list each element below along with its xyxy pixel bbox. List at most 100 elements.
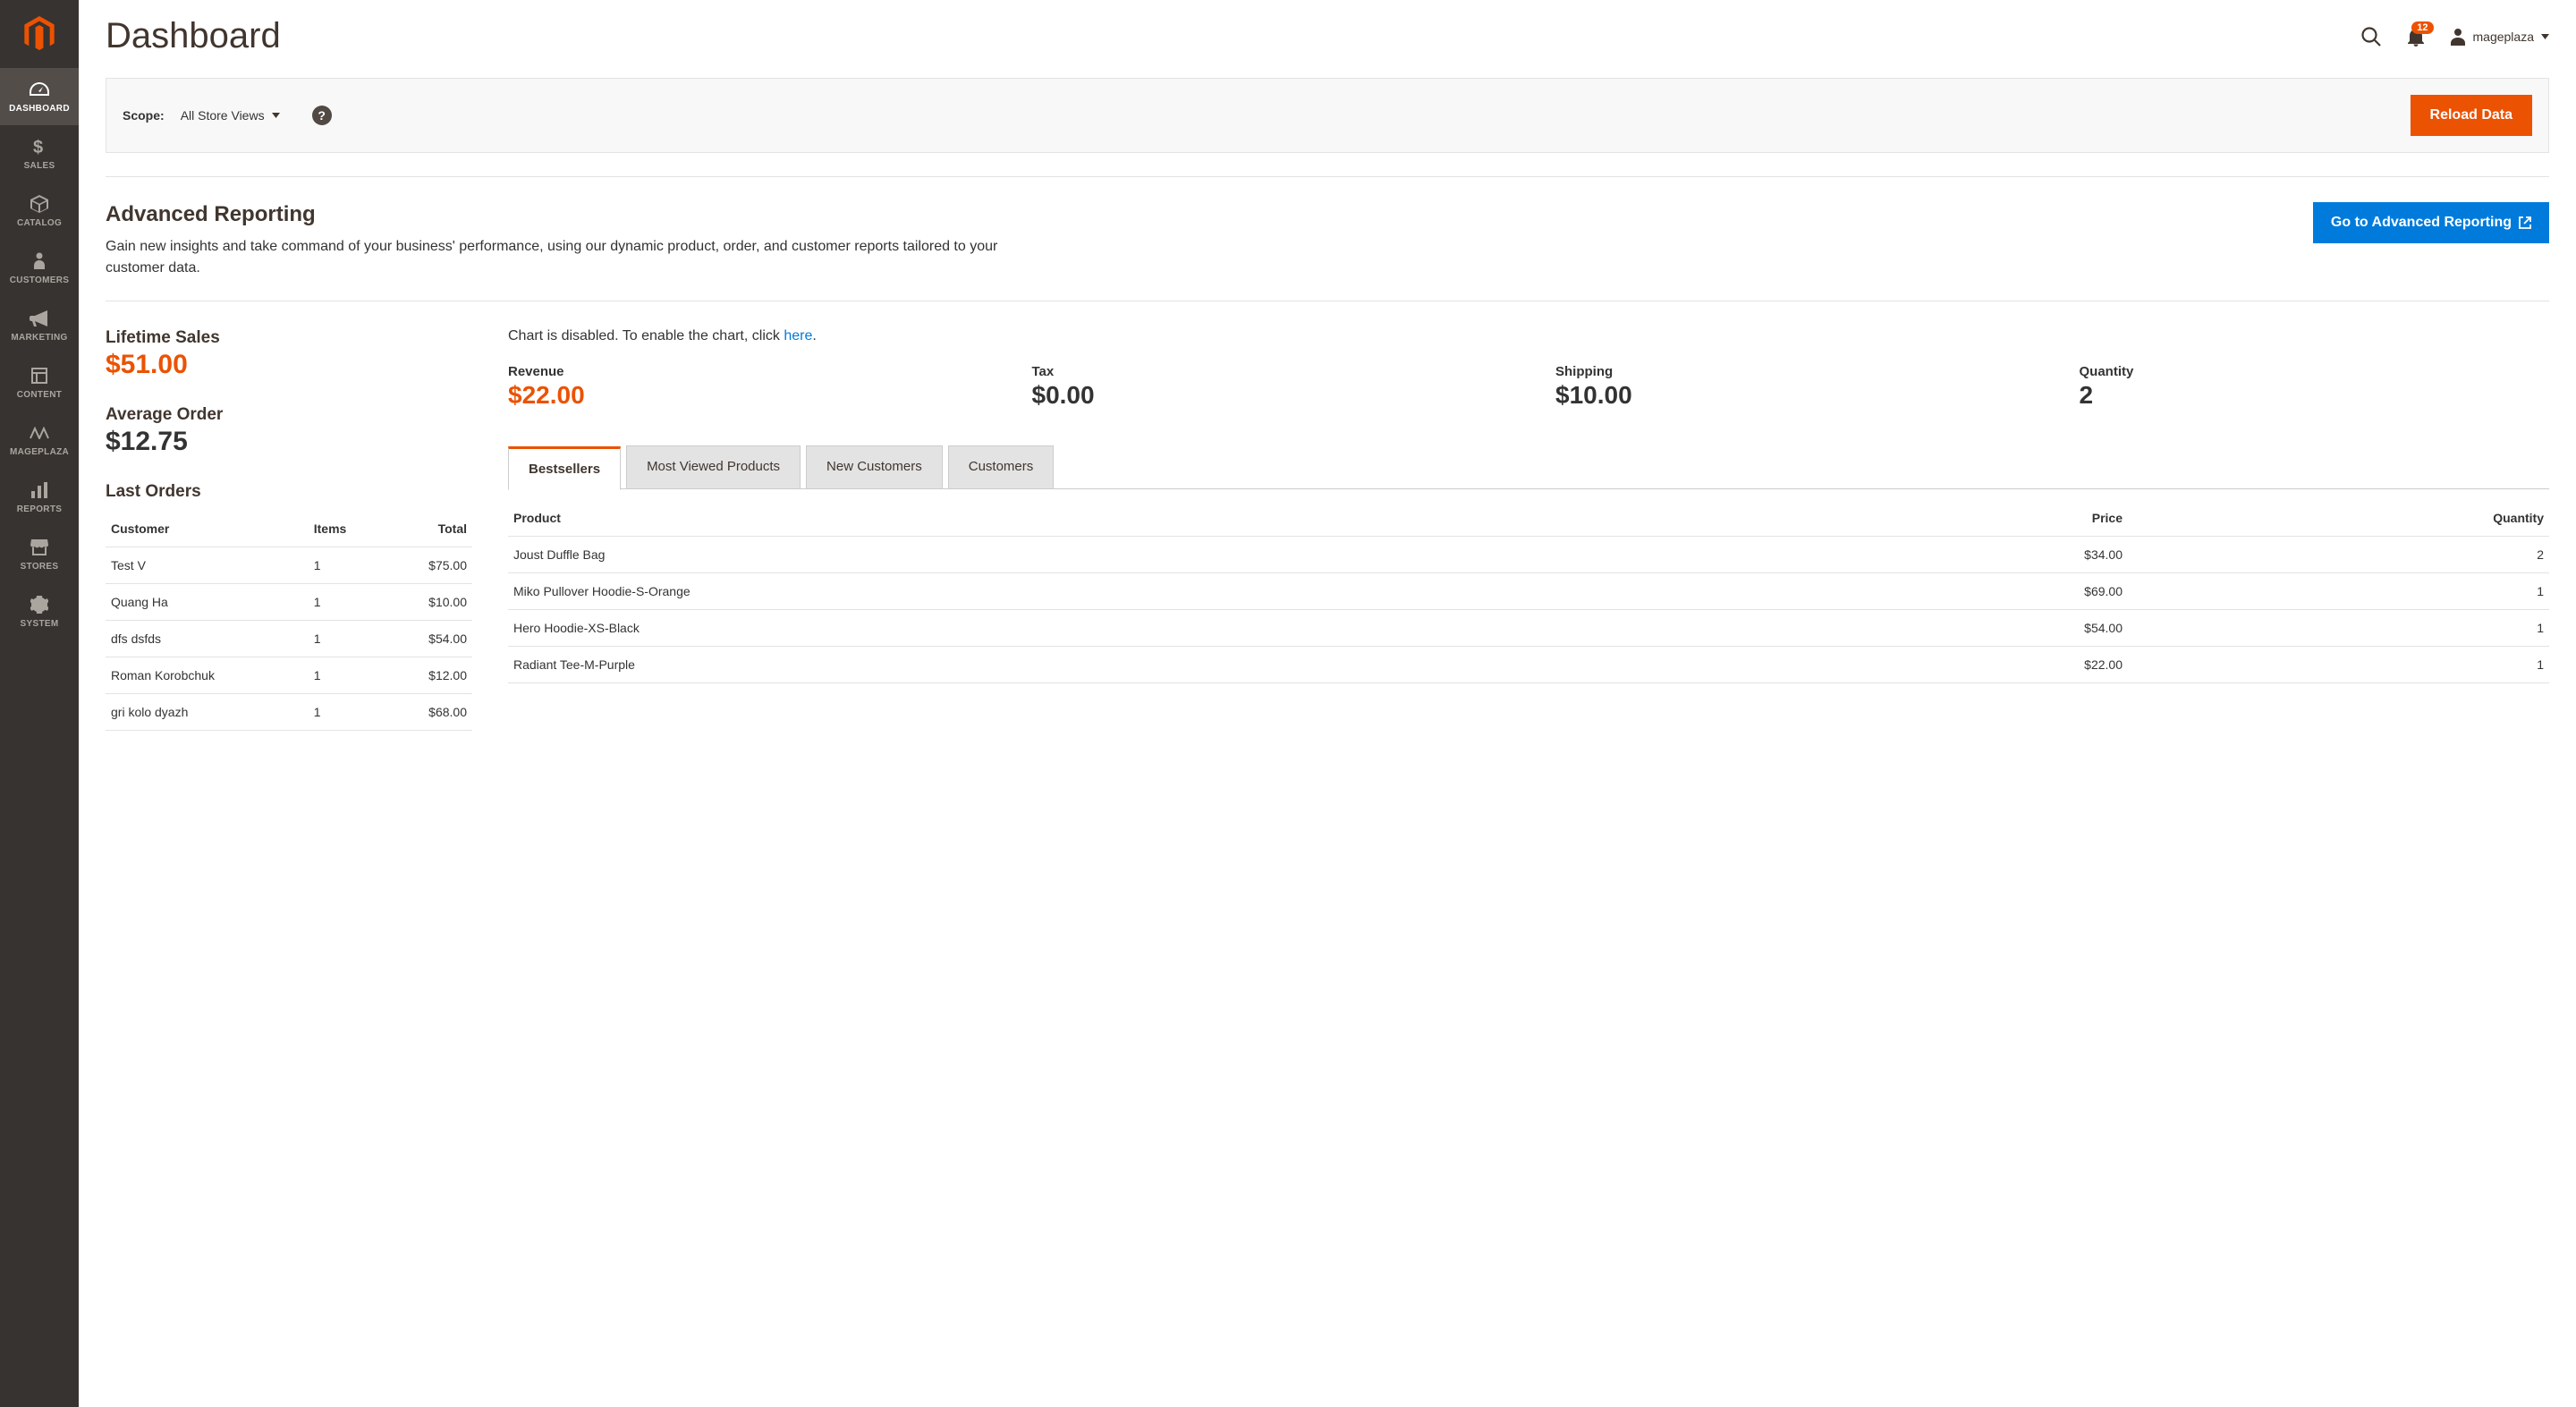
metric-quantity: Quantity 2: [2080, 364, 2550, 410]
table-row[interactable]: Test V1$75.00: [106, 547, 472, 584]
advanced-reporting-button-label: Go to Advanced Reporting: [2331, 215, 2512, 231]
cell-customer: Test V: [106, 547, 309, 584]
cell-total: $54.00: [386, 621, 472, 657]
nav-label: CATALOG: [17, 218, 62, 228]
nav-reports[interactable]: REPORTS: [0, 469, 79, 526]
nav-system[interactable]: SYSTEM: [0, 583, 79, 640]
megaphone-icon: [30, 309, 49, 328]
person-icon: [33, 251, 46, 271]
nav-label: SALES: [24, 161, 55, 171]
sidebar: DASHBOARD $ SALES CATALOG CUSTOMERS MARK…: [0, 0, 79, 1407]
metric-revenue: Revenue $22.00: [508, 364, 979, 410]
chart-disabled-notice: Chart is disabled. To enable the chart, …: [508, 328, 2549, 344]
advanced-reporting-title: Advanced Reporting: [106, 202, 2286, 227]
notification-badge: 12: [2411, 21, 2433, 34]
cell-items: 1: [309, 694, 386, 731]
lifetime-sales-label: Lifetime Sales: [106, 328, 472, 348]
nav-label: STORES: [21, 562, 59, 572]
toolbar: Scope: All Store Views ? Reload Data: [106, 78, 2549, 153]
bars-icon: [31, 480, 47, 500]
cell-total: $75.00: [386, 547, 472, 584]
table-row[interactable]: gri kolo dyazh1$68.00: [106, 694, 472, 731]
cell-customer: gri kolo dyazh: [106, 694, 309, 731]
nav-mageplaza[interactable]: MAGEPLAZA: [0, 411, 79, 469]
help-icon[interactable]: ?: [312, 106, 332, 125]
table-row[interactable]: Roman Korobchuk1$12.00: [106, 657, 472, 694]
cell-total: $12.00: [386, 657, 472, 694]
table-row[interactable]: Miko Pullover Hoodie-S-Orange$69.001: [508, 573, 2549, 610]
metric-quantity-value: 2: [2080, 381, 2550, 410]
metric-revenue-label: Revenue: [508, 364, 979, 379]
lifetime-sales: Lifetime Sales $51.00: [106, 328, 472, 380]
user-menu-button[interactable]: mageplaza: [2450, 28, 2550, 46]
bestsellers-table: Product Price Quantity Joust Duffle Bag$…: [508, 500, 2549, 683]
tab-customers[interactable]: Customers: [948, 445, 1055, 489]
cell-product: Radiant Tee-M-Purple: [508, 647, 1792, 683]
nav-label: DASHBOARD: [9, 104, 70, 114]
nav-stores[interactable]: STORES: [0, 526, 79, 583]
dollar-icon: $: [33, 137, 46, 157]
search-button[interactable]: [2360, 26, 2382, 47]
advanced-reporting-desc: Gain new insights and take command of yo…: [106, 236, 1018, 279]
col-customer: Customer: [106, 511, 309, 547]
nav-catalog[interactable]: CATALOG: [0, 182, 79, 240]
table-row[interactable]: Joust Duffle Bag$34.002: [508, 537, 2549, 573]
metric-revenue-value: $22.00: [508, 381, 979, 410]
cell-customer: Quang Ha: [106, 584, 309, 621]
chart-notice-prefix: Chart is disabled. To enable the chart, …: [508, 328, 784, 343]
lifetime-sales-value: $51.00: [106, 350, 472, 380]
cell-quantity: 1: [2128, 573, 2549, 610]
cell-customer: Roman Korobchuk: [106, 657, 309, 694]
table-row[interactable]: dfs dsfds1$54.00: [106, 621, 472, 657]
col-price: Price: [1792, 500, 2128, 537]
layout-icon: [31, 366, 47, 386]
metric-quantity-label: Quantity: [2080, 364, 2550, 379]
cell-price: $22.00: [1792, 647, 2128, 683]
col-items: Items: [309, 511, 386, 547]
cell-price: $54.00: [1792, 610, 2128, 647]
nav-sales[interactable]: $ SALES: [0, 125, 79, 182]
magento-logo[interactable]: [0, 0, 79, 68]
tabs: Bestsellers Most Viewed Products New Cus…: [508, 445, 2549, 489]
cell-items: 1: [309, 584, 386, 621]
chart-enable-link[interactable]: here: [784, 328, 812, 343]
store-icon: [30, 538, 48, 557]
scope-selector[interactable]: All Store Views: [181, 108, 280, 123]
advanced-reporting-section: Advanced Reporting Gain new insights and…: [106, 177, 2549, 301]
external-link-icon: [2519, 216, 2531, 229]
cell-total: $68.00: [386, 694, 472, 731]
nav-customers[interactable]: CUSTOMERS: [0, 240, 79, 297]
nav-label: CUSTOMERS: [10, 275, 69, 285]
cell-customer: dfs dsfds: [106, 621, 309, 657]
metric-tax-value: $0.00: [1032, 381, 1503, 410]
average-order-value: $12.75: [106, 427, 472, 457]
reload-data-button[interactable]: Reload Data: [2411, 95, 2532, 136]
gear-icon: [30, 595, 48, 615]
page-title: Dashboard: [106, 16, 281, 56]
average-order: Average Order $12.75: [106, 405, 472, 457]
search-icon: [2360, 26, 2382, 47]
col-quantity: Quantity: [2128, 500, 2549, 537]
scope-value: All Store Views: [181, 108, 265, 123]
gauge-icon: [30, 80, 49, 99]
nav-label: CONTENT: [17, 390, 62, 400]
notifications-button[interactable]: 12: [2407, 27, 2425, 47]
tab-most-viewed[interactable]: Most Viewed Products: [626, 445, 801, 489]
col-total: Total: [386, 511, 472, 547]
cell-items: 1: [309, 621, 386, 657]
cell-total: $10.00: [386, 584, 472, 621]
cell-price: $69.00: [1792, 573, 2128, 610]
nav-dashboard[interactable]: DASHBOARD: [0, 68, 79, 125]
tab-new-customers[interactable]: New Customers: [806, 445, 943, 489]
metric-shipping-value: $10.00: [1555, 381, 2026, 410]
table-row[interactable]: Hero Hoodie-XS-Black$54.001: [508, 610, 2549, 647]
mageplaza-icon: [30, 423, 49, 443]
nav-content[interactable]: CONTENT: [0, 354, 79, 411]
table-row[interactable]: Radiant Tee-M-Purple$22.001: [508, 647, 2549, 683]
table-row[interactable]: Quang Ha1$10.00: [106, 584, 472, 621]
advanced-reporting-button[interactable]: Go to Advanced Reporting: [2313, 202, 2549, 243]
cell-quantity: 1: [2128, 647, 2549, 683]
metric-tax-label: Tax: [1032, 364, 1503, 379]
tab-bestsellers[interactable]: Bestsellers: [508, 446, 621, 490]
nav-marketing[interactable]: MARKETING: [0, 297, 79, 354]
